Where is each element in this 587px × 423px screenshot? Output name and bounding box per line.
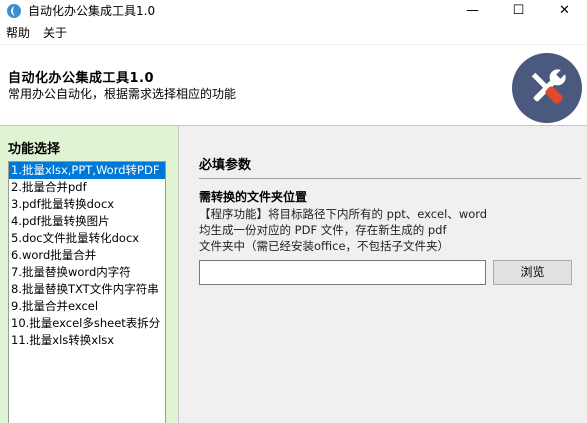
list-item[interactable]: 2.批量合并pdf (9, 179, 165, 196)
help-line: 文件夹中（需已经安装office，不包括子文件夹） (199, 239, 450, 253)
menu-bar: 帮助 关于 (0, 22, 587, 44)
list-item[interactable]: 10.批量excel多sheet表拆分 (9, 315, 165, 332)
list-item[interactable]: 9.批量合并excel (9, 298, 165, 315)
list-item[interactable]: 7.批量替换word内字符 (9, 264, 165, 281)
close-button[interactable]: ✕ (542, 0, 587, 22)
list-item[interactable]: 6.word批量合并 (9, 247, 165, 264)
title-bar: 自动化办公集成工具1.0 — ☐ ✕ (0, 0, 587, 22)
menu-about[interactable]: 关于 (43, 25, 67, 41)
window-title: 自动化办公集成工具1.0 (28, 4, 156, 18)
sidebar-title: 功能选择 (8, 142, 61, 157)
function-list[interactable]: 1.批量xlsx,PPT,Word转PDF 2.批量合并pdf 3.pdf批量转… (8, 161, 166, 423)
header-subtitle: 常用办公自动化，根据需求选择相应的功能 (8, 87, 237, 101)
list-item[interactable]: 1.批量xlsx,PPT,Word转PDF (9, 162, 165, 179)
minimize-button[interactable]: — (450, 0, 495, 22)
tools-icon (512, 53, 582, 123)
folder-field-label: 需转换的文件夹位置 (199, 190, 308, 204)
list-item[interactable]: 11.批量xls转换xlsx (9, 332, 165, 349)
list-item[interactable]: 5.doc文件批量转化docx (9, 230, 165, 247)
folder-path-input[interactable] (199, 260, 486, 285)
list-item[interactable]: 3.pdf批量转换docx (9, 196, 165, 213)
help-line: 【程序功能】将目标路径下内所有的 ppt、excel、word (199, 207, 488, 221)
menu-help[interactable]: 帮助 (6, 25, 30, 41)
section-title: 必填参数 (199, 158, 252, 173)
sidebar: 功能选择 1.批量xlsx,PPT,Word转PDF 2.批量合并pdf 3.p… (0, 126, 179, 423)
app-logo-icon (7, 4, 21, 18)
list-item[interactable]: 4.pdf批量转换图片 (9, 213, 165, 230)
list-item[interactable]: 8.批量替换TXT文件内字符串 (9, 281, 165, 298)
header-title: 自动化办公集成工具1.0 (8, 71, 155, 86)
main-panel: 必填参数 需转换的文件夹位置 【程序功能】将目标路径下内所有的 ppt、exce… (179, 126, 587, 423)
field-help-text: 【程序功能】将目标路径下内所有的 ppt、excel、word 均生成一份对应的… (199, 206, 539, 254)
section-divider (199, 178, 581, 179)
help-line: 均生成一份对应的 PDF 文件，存在新生成的 pdf (199, 223, 447, 237)
maximize-button[interactable]: ☐ (496, 0, 541, 22)
browse-button[interactable]: 浏览 (493, 260, 572, 285)
header-banner: 自动化办公集成工具1.0 常用办公自动化，根据需求选择相应的功能 (0, 44, 587, 126)
